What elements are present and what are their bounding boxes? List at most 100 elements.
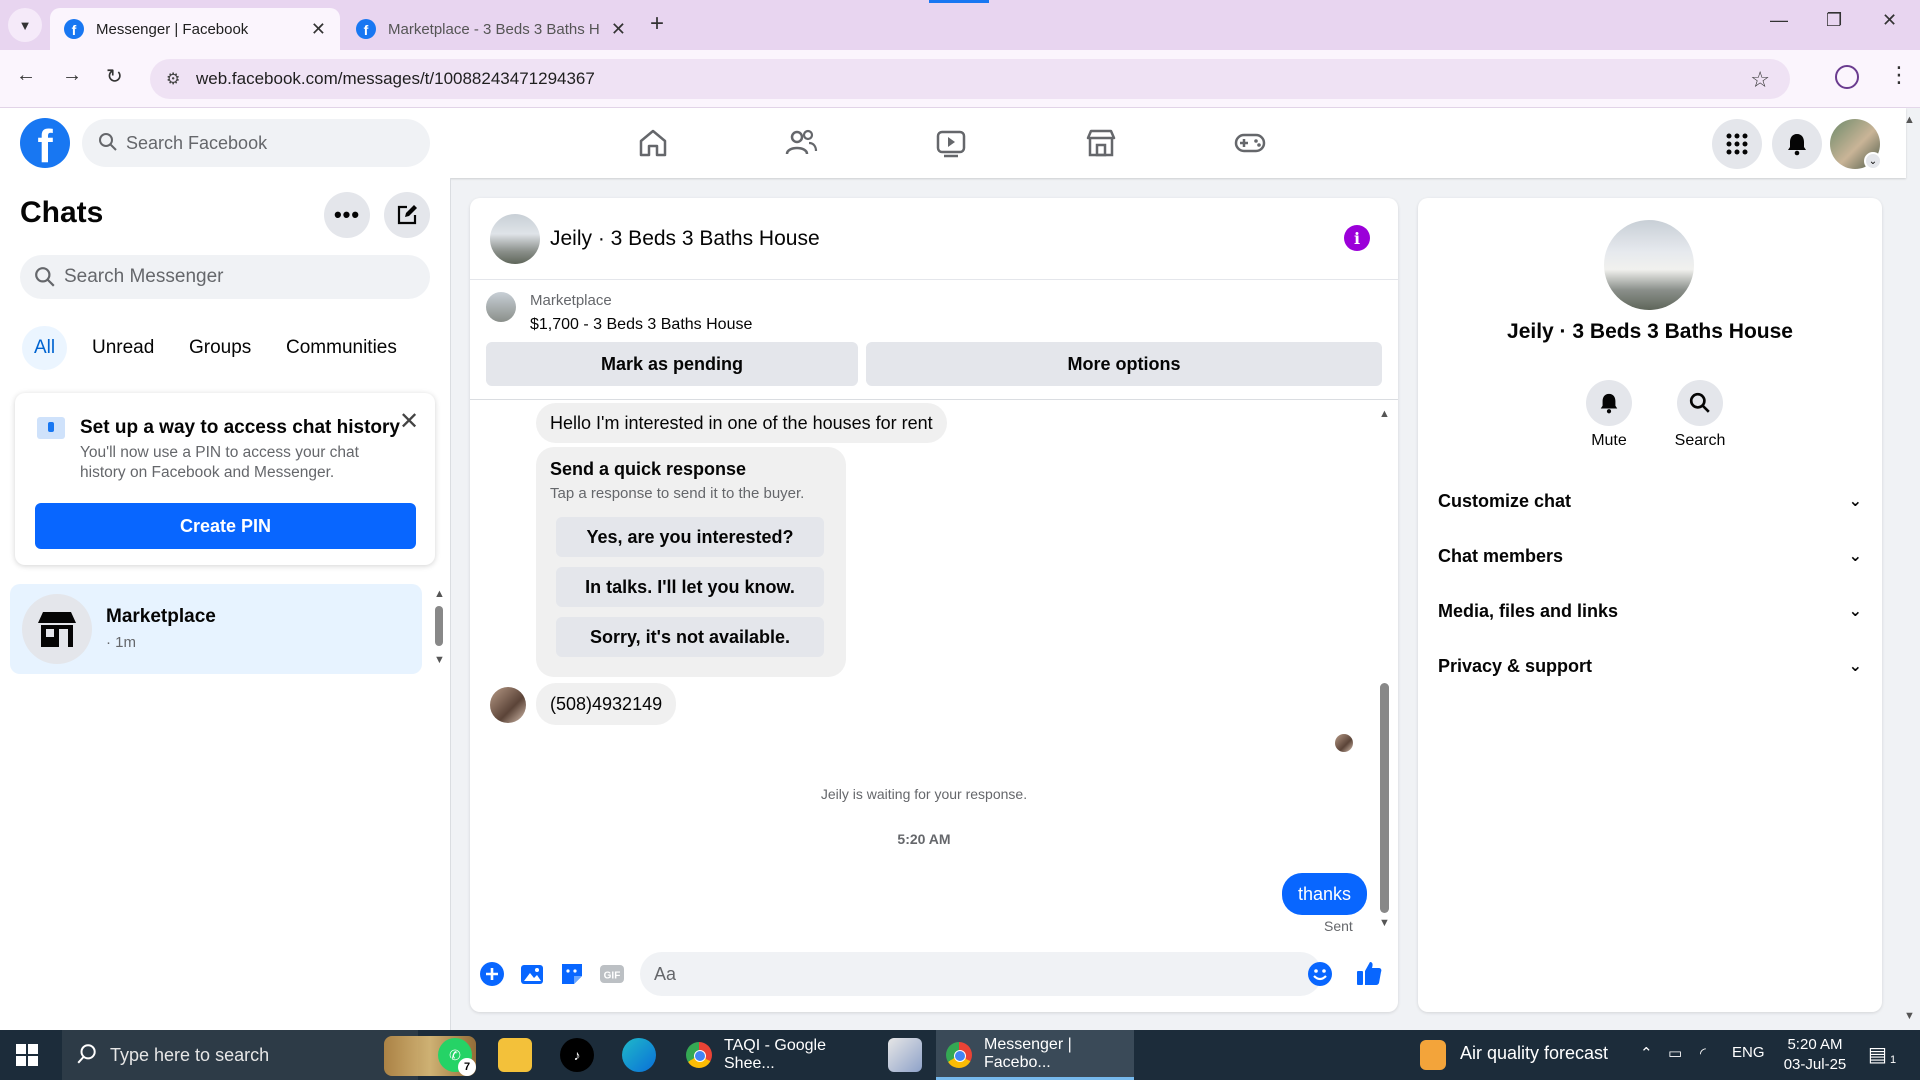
grid-icon [1726,133,1748,155]
close-tab-icon[interactable]: ✕ [311,19,326,40]
scroll-down-arrow[interactable]: ▼ [1379,917,1390,929]
site-settings-icon[interactable]: ⚙ [166,69,180,89]
media-files-links-row[interactable]: Media, files and links ⌄ [1438,589,1862,633]
bookmark-star-icon[interactable]: ☆ [1750,67,1770,93]
messenger-search-input[interactable]: Search Messenger [20,255,430,299]
sender-avatar[interactable] [490,687,526,723]
menu-grid-button[interactable] [1712,119,1762,169]
listing-thumbnail[interactable] [486,292,516,322]
chevron-down-icon: ⌄ [1848,658,1862,675]
file-explorer-icon[interactable] [498,1038,532,1072]
gif-icon[interactable]: GIF [598,960,626,988]
taskbar-app-sheets[interactable]: TAQI - Google Shee... [676,1030,880,1080]
filter-unread[interactable]: Unread [80,326,166,370]
browser-profile-icon[interactable] [1835,65,1859,89]
tiktok-icon[interactable]: ♪ [560,1038,594,1072]
weather-label[interactable]: Air quality forecast [1460,1043,1608,1064]
chat-members-row[interactable]: Chat members ⌄ [1438,534,1862,578]
info-icon[interactable]: i [1344,225,1370,251]
page-scroll-down-arrow[interactable]: ▼ [1904,1010,1915,1022]
search-conversation-button[interactable]: Search [1660,380,1740,450]
chat-history-pin-card: Set up a way to access chat history You'… [15,393,435,565]
seen-avatar [1335,734,1353,752]
minimize-button[interactable]: — [1770,10,1788,31]
show-hidden-icons-icon[interactable]: ⌃ [1640,1044,1653,1062]
browser-menu-icon[interactable]: ⋮ [1888,62,1910,88]
sticker-icon[interactable] [558,960,586,988]
sidebar-scrollbar[interactable] [435,606,443,646]
plus-icon[interactable] [478,960,506,988]
quick-response-option[interactable]: In talks. I'll let you know. [556,567,824,607]
facebook-logo-icon[interactable]: f [20,118,70,168]
reload-button[interactable]: ↻ [106,64,123,89]
filter-communities[interactable]: Communities [274,326,409,370]
scroll-down-arrow[interactable]: ▼ [434,654,445,666]
chat-options-button[interactable]: ••• [324,192,370,238]
taskbar-app-messenger[interactable]: Messenger | Facebo... [936,1030,1134,1080]
quick-response-option[interactable]: Sorry, it's not available. [556,617,824,657]
close-tab-icon[interactable]: ✕ [611,19,626,40]
photo-icon[interactable] [518,960,546,988]
chat-avatar[interactable] [490,214,540,264]
notifications-button[interactable] [1772,119,1822,169]
create-pin-button[interactable]: Create PIN [35,503,416,549]
facebook-search-placeholder: Search Facebook [126,132,268,153]
video-icon[interactable] [934,126,968,160]
more-options-button[interactable]: More options [866,342,1382,386]
close-icon[interactable]: ✕ [399,407,419,436]
outgoing-message: thanks [1282,873,1368,915]
language-indicator[interactable]: ENG [1732,1044,1765,1061]
chat-title[interactable]: Jeily · 3 Beds 3 Baths House [550,227,820,251]
new-tab-button[interactable]: + [650,10,664,38]
taskbar-search-input[interactable]: Type here to search [62,1030,476,1080]
close-window-button[interactable]: ✕ [1882,10,1897,31]
chrome-icon [946,1042,972,1068]
wifi-icon[interactable]: ◜ [1700,1044,1706,1062]
conversation-item[interactable]: Marketplace · 1m [10,584,422,674]
new-message-button[interactable] [384,192,430,238]
friends-icon[interactable] [784,126,818,160]
address-bar[interactable]: ⚙ web.facebook.com/messages/t/1008824347… [150,59,1790,99]
marketplace-icon[interactable] [1084,126,1118,160]
thumbs-up-icon[interactable] [1354,958,1384,988]
marketplace-store-icon [38,612,76,647]
mark-as-pending-button[interactable]: Mark as pending [486,342,858,386]
conversation-avatar[interactable] [1604,220,1694,310]
listing-title[interactable]: $1,700 - 3 Beds 3 Baths House [530,316,752,334]
page-scroll-up-arrow[interactable]: ▲ [1904,114,1915,126]
tab-search-button[interactable]: ▼ [8,8,42,42]
windows-start-icon[interactable] [16,1044,38,1066]
scroll-up-arrow[interactable]: ▲ [434,588,445,600]
mute-button[interactable]: Mute [1569,380,1649,450]
taskbar-clock[interactable]: 5:20 AM 03-Jul-25 [1782,1035,1848,1075]
quick-response-title: Send a quick response [550,459,747,479]
chevron-down-icon: ⌄ [1848,493,1862,510]
message-composer[interactable] [640,952,1322,996]
edge-icon[interactable] [622,1038,656,1072]
forward-button[interactable]: → [62,64,82,87]
restore-button[interactable]: ❐ [1826,10,1842,31]
tab-messenger[interactable]: f Messenger | Facebook ✕ [50,8,340,50]
home-icon[interactable] [636,126,670,160]
quick-response-option[interactable]: Yes, are you interested? [556,517,824,557]
filter-all[interactable]: All [22,326,68,370]
customize-chat-row[interactable]: Customize chat ⌄ [1438,479,1862,523]
gaming-icon[interactable] [1233,126,1267,160]
emoji-icon[interactable] [1306,960,1334,988]
weather-icon[interactable] [1420,1040,1446,1070]
filter-groups[interactable]: Groups [177,326,263,370]
tab-marketplace[interactable]: f Marketplace - 3 Beds 3 Baths H ✕ [342,8,640,50]
privacy-support-row[interactable]: Privacy & support ⌄ [1438,644,1862,688]
facebook-search-input[interactable]: Search Facebook [82,119,430,167]
chevron-down-icon[interactable]: ⌄ [1864,152,1882,170]
marketplace-avatar [22,594,92,664]
notification-center-icon[interactable]: ▤ [1868,1042,1887,1067]
battery-icon[interactable]: ▭ [1668,1044,1682,1062]
scroll-up-arrow[interactable]: ▲ [1379,408,1390,420]
facebook-favicon-icon: f [356,19,376,39]
whatsapp-badge: 7 [458,1058,476,1076]
back-button[interactable]: ← [16,64,36,87]
paint-icon[interactable] [888,1038,922,1072]
chat-scrollbar[interactable] [1380,683,1389,913]
message-input[interactable] [654,952,1254,996]
